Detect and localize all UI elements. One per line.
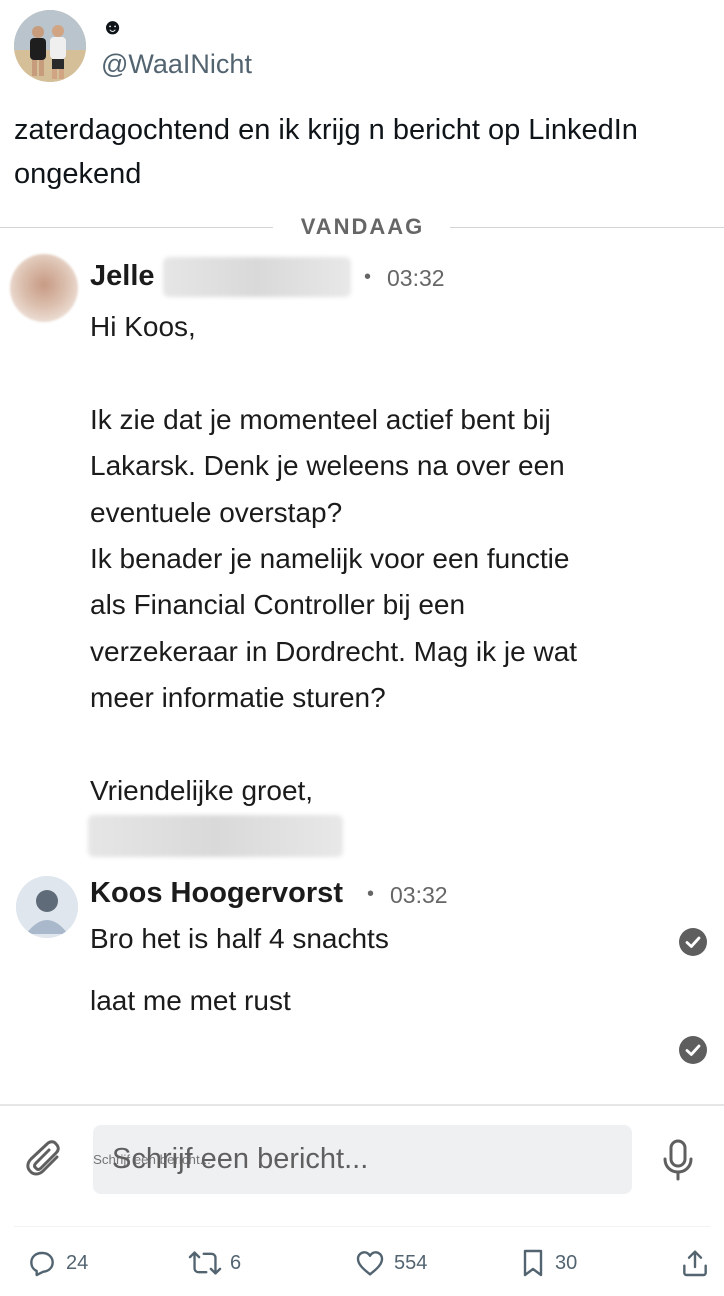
- message-line: eventuele overstap?: [90, 496, 343, 528]
- author-emoji: ☻: [101, 14, 125, 39]
- actions-divider: [14, 1226, 710, 1227]
- reply-count: 24: [66, 1251, 89, 1274]
- sender-name: Koos Hoogervorst: [90, 877, 343, 909]
- compose-divider: [0, 1104, 724, 1106]
- message-line: [90, 722, 690, 768]
- reply-icon: [30, 1251, 54, 1277]
- author-avatar-image: [14, 10, 86, 82]
- tweet-text: zaterdagochtend en ik krijg n bericht op…: [14, 108, 714, 196]
- message-line: Hi Koos,: [90, 311, 196, 342]
- message-line: meer informatie sturen?: [90, 682, 386, 714]
- default-avatar-icon: [16, 876, 78, 938]
- bookmark-icon: [523, 1249, 543, 1277]
- message-line: Lakarsk. Denk je weleens na over een: [90, 450, 565, 482]
- author-avatar[interactable]: [14, 10, 86, 82]
- like-action[interactable]: 554: [354, 1246, 427, 1280]
- message-line: verzekeraar in Dordrecht. Mag ik je wat: [90, 635, 578, 667]
- read-check-icon: [679, 928, 707, 956]
- share-icon: [683, 1250, 707, 1277]
- repost-action[interactable]: 6: [188, 1246, 241, 1280]
- tweet-text-line: ongekend: [14, 158, 142, 190]
- message-line: als Financial Controller bij een: [90, 589, 466, 621]
- message-line: Ik benader je namelijk voor een functie: [90, 543, 570, 575]
- heart-icon: [356, 1251, 384, 1276]
- repost-count: 6: [230, 1251, 242, 1274]
- redacted-surname: [163, 257, 351, 297]
- tweet-text-line: zaterdagochtend en ik krijg n bericht op…: [14, 114, 638, 146]
- bookmark-count: 30: [555, 1251, 578, 1274]
- repost-icon: [188, 1251, 222, 1275]
- separator-dot: •: [367, 883, 375, 905]
- message-line: [90, 350, 690, 396]
- sender-name: Jelle: [90, 260, 155, 292]
- divider-line: [450, 227, 724, 228]
- read-check-icon: [679, 1036, 707, 1064]
- message-time: 03:32: [387, 265, 445, 291]
- reply-message: Bro het is half 4 snachts: [90, 923, 389, 954]
- date-divider-label: VANDAAG: [300, 214, 425, 239]
- share-action[interactable]: [679, 1246, 711, 1280]
- like-count: 554: [394, 1251, 428, 1274]
- bookmark-action[interactable]: 30: [519, 1246, 577, 1280]
- author-handle[interactable]: @WaaINicht: [101, 49, 252, 80]
- date-divider: VANDAAG: [0, 210, 724, 244]
- message-time: 03:32: [390, 882, 448, 908]
- tweet-header: ☻ @WaaINicht: [14, 10, 714, 85]
- reply-message: laat me met rust: [90, 985, 291, 1016]
- separator-dot: •: [364, 266, 372, 288]
- message-line: Ik zie dat je momenteel actief bent bij: [90, 403, 551, 435]
- microphone-icon[interactable]: [660, 1138, 696, 1182]
- redacted-signature: [88, 815, 343, 857]
- sender-avatar-blurred: [10, 254, 78, 322]
- sender-avatar: [16, 876, 78, 938]
- message-input-placeholder: Schrijf een bericht...: [112, 1143, 369, 1175]
- message-body: Hi Koos, Ik zie dat je momenteel actief …: [90, 304, 690, 814]
- reply-action[interactable]: 24: [26, 1246, 88, 1280]
- message-line: Vriendelijke groet,: [90, 775, 314, 807]
- divider-line: [0, 227, 273, 228]
- paperclip-icon[interactable]: [24, 1138, 68, 1182]
